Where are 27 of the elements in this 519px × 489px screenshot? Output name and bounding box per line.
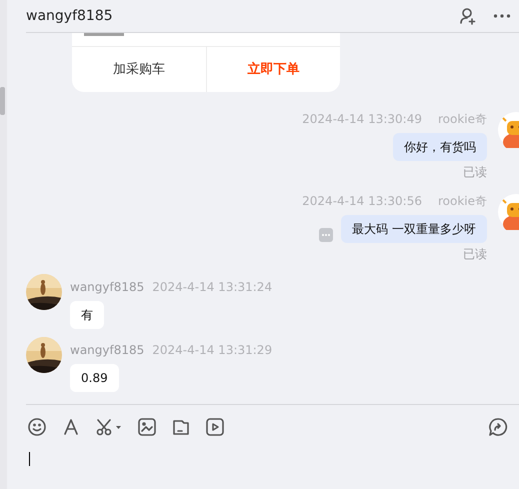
image-edge xyxy=(84,33,124,36)
message-time: 2024-4-14 13:30:56 xyxy=(302,194,422,209)
message-time: 2024-4-14 13:30:49 xyxy=(302,112,422,127)
message-bubble: 最大码 一双重量多少呀 xyxy=(341,215,487,243)
message-time: 2024-4-14 13:31:24 xyxy=(152,280,272,295)
cart-button[interactable]: 加采购车 xyxy=(72,47,206,92)
image-icon[interactable] xyxy=(137,416,157,436)
emoji-icon[interactable] xyxy=(27,416,47,436)
video-icon[interactable] xyxy=(205,416,225,436)
add-user-icon[interactable] xyxy=(459,7,477,25)
sender-name: wangyf8185 xyxy=(70,343,144,358)
message-bubble: 有 xyxy=(70,301,104,329)
chat-title: wangyf8185 xyxy=(26,6,113,26)
scrollbar-thumb[interactable] xyxy=(0,87,5,115)
read-status: 已读 xyxy=(463,247,487,262)
sender-name: rookie奇 xyxy=(438,194,487,209)
read-status: 已读 xyxy=(463,165,487,180)
order-button[interactable]: 立即下单 xyxy=(206,47,340,92)
message-bubble: 你好，有货吗 xyxy=(393,133,487,161)
message-time: 2024-4-14 13:31:29 xyxy=(152,343,272,358)
sender-name: rookie奇 xyxy=(438,112,487,127)
more-icon[interactable] xyxy=(493,13,511,19)
sender-name: wangyf8185 xyxy=(70,280,144,295)
scissors-icon[interactable] xyxy=(95,416,123,436)
share-icon[interactable] xyxy=(488,416,508,436)
message-bubble: 0.89 xyxy=(70,364,119,392)
font-icon[interactable] xyxy=(61,416,81,436)
